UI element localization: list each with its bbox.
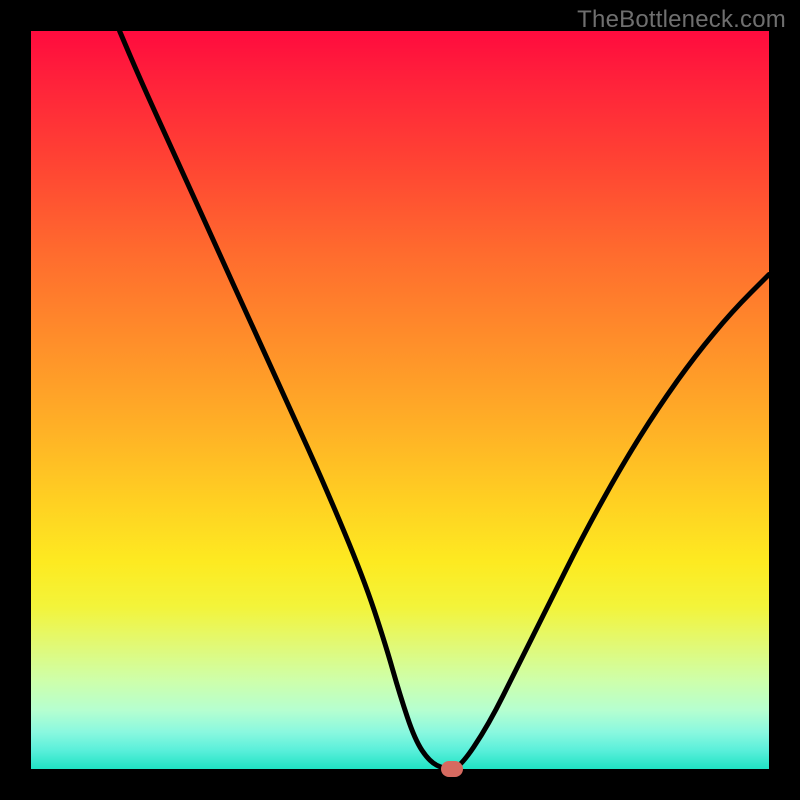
bottleneck-curve — [31, 31, 769, 769]
chart-stage: TheBottleneck.com — [0, 0, 800, 800]
attribution-text: TheBottleneck.com — [577, 6, 786, 34]
minimum-marker — [441, 761, 463, 777]
